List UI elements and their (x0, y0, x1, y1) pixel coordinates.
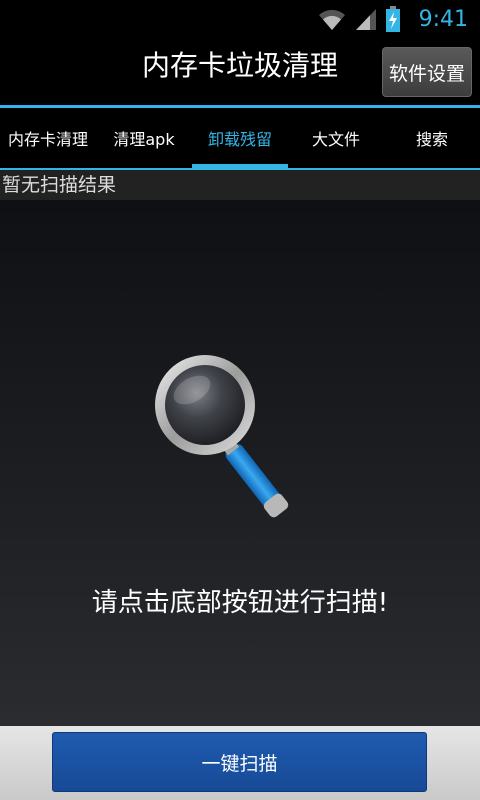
tab-apk-clean[interactable]: 清理apk (96, 108, 192, 168)
tab-bar: 内存卡清理 清理apk 卸载残留 大文件 搜索 (0, 108, 480, 168)
signal-icon (355, 9, 376, 30)
one-click-scan-button[interactable]: 一键扫描 (52, 732, 427, 792)
empty-results-label: 暂无扫描结果 (0, 170, 480, 200)
tab-large-files[interactable]: 大文件 (288, 108, 384, 168)
title-bar: 内存卡垃圾清理 软件设置 (0, 38, 480, 106)
app-screen: 9:41 内存卡垃圾清理 软件设置 内存卡清理 清理apk 卸载残留 大文件 搜… (0, 0, 480, 800)
tab-uninstall-residue[interactable]: 卸载残留 (192, 108, 288, 168)
status-time: 9:41 (418, 6, 468, 32)
magnifier-icon (155, 355, 289, 518)
scan-hint-text: 请点击底部按钮进行扫描! (91, 588, 389, 618)
bottom-bar: 一键扫描 (0, 726, 480, 800)
tab-sdcard-clean[interactable]: 内存卡清理 (0, 108, 96, 168)
wifi-icon (318, 9, 345, 30)
battery-charging-icon (385, 6, 400, 32)
settings-button[interactable]: 软件设置 (382, 47, 472, 97)
tab-search[interactable]: 搜索 (384, 108, 480, 168)
status-icons: 9:41 (317, 4, 468, 34)
status-bar: 9:41 (0, 0, 480, 38)
scan-content-area: 请点击底部按钮进行扫描! (0, 200, 480, 726)
